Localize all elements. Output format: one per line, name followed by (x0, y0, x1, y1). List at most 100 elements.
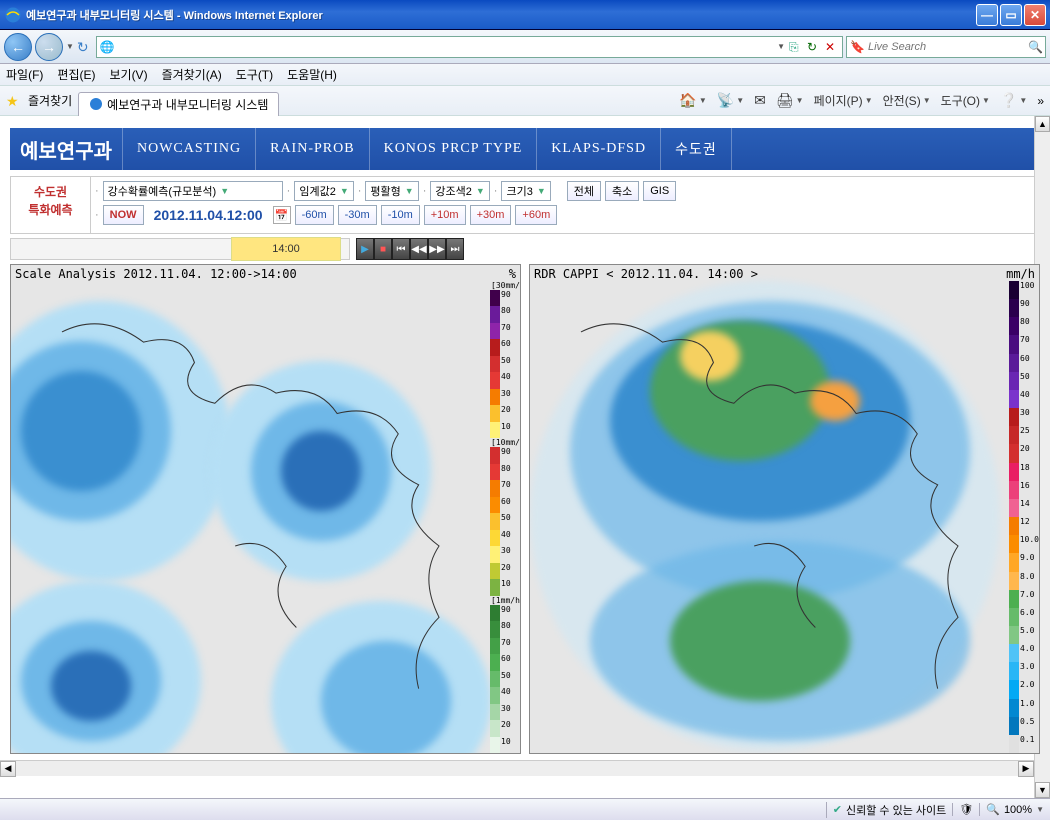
browser-tab[interactable]: 예보연구과 내부모니터링 시스템 (78, 92, 279, 116)
search-engine-icon: 🔖 (850, 40, 864, 54)
nav-nowcasting[interactable]: NOWCASTING (123, 128, 256, 170)
scroll-down-button[interactable]: ▼ (1035, 782, 1050, 798)
help-button[interactable]: ❔▼ (1000, 92, 1027, 109)
menu-view[interactable]: 보기(V) (109, 66, 147, 83)
overflow-icon[interactable]: » (1037, 94, 1044, 108)
mail-icon: ✉ (754, 92, 766, 109)
ie-icon (4, 6, 22, 24)
plus10-button[interactable]: +10m (424, 205, 466, 225)
menu-edit[interactable]: 편집(E) (57, 66, 95, 83)
refresh-icon[interactable]: ↻ (807, 40, 821, 54)
scroll-left-button[interactable]: ◀ (0, 761, 16, 777)
search-box[interactable]: 🔖 🔍 (846, 36, 1046, 58)
close-button[interactable]: ✕ (1024, 4, 1046, 26)
timeline[interactable]: 14:00 (10, 238, 350, 260)
nav-klaps[interactable]: KLAPS-DFSD (537, 128, 661, 170)
refresh-small-icon[interactable]: ↻ (77, 39, 93, 55)
all-button[interactable]: 전체 (567, 181, 601, 201)
trusted-label: 신뢰할 수 있는 사이트 (846, 802, 946, 818)
color-select[interactable]: 강조색2▼ (430, 181, 489, 201)
compat-icon[interactable]: ⎘ (789, 40, 803, 54)
menu-tools[interactable]: 도구(T) (236, 66, 273, 83)
minimize-button[interactable]: — (976, 4, 998, 26)
map-right[interactable]: RDR CAPPI < 2012.11.04. 14:00 > mm/h 100… (529, 264, 1040, 754)
control-left-line1: 수도권 (17, 183, 84, 201)
stop-icon[interactable]: ✕ (825, 40, 839, 54)
scroll-right-button[interactable]: ▶ (1018, 761, 1034, 777)
zoom-icon: 🔍 (986, 803, 1000, 816)
maximize-button[interactable]: ▭ (1000, 4, 1022, 26)
control-left-label: 수도권 특화예측 (11, 177, 91, 233)
product-select[interactable]: 강수확률예측(규모분석)▼ (103, 181, 283, 201)
address-bar[interactable]: 🌐 ▼ ⎘ ↻ ✕ (96, 36, 843, 58)
play-button[interactable]: ▶ (356, 238, 374, 260)
tab-ie-icon (89, 97, 103, 111)
player-row: 14:00 ▶ ■ ⏮ ◀◀ ▶▶ ⏭ (10, 238, 1040, 260)
nav-rain-prob[interactable]: RAIN-PROB (256, 128, 369, 170)
prev-button[interactable]: ◀◀ (410, 238, 428, 260)
trusted-zone[interactable]: ✔ 신뢰할 수 있는 사이트 (826, 802, 946, 818)
size-select[interactable]: 크기3▼ (501, 181, 550, 201)
mail-button[interactable]: ✉ (754, 92, 766, 109)
home-icon: 🏠 (679, 92, 696, 109)
checkmark-icon: ✔ (833, 803, 842, 816)
search-input[interactable] (868, 41, 1024, 53)
favorites-star-icon[interactable]: ★ (6, 93, 22, 109)
gis-button[interactable]: GIS (643, 181, 676, 201)
tab-title: 예보연구과 내부모니터링 시스템 (107, 96, 268, 113)
zoom-control[interactable]: 🔍 100% ▼ (979, 803, 1044, 816)
stop-button[interactable]: ■ (374, 238, 392, 260)
timeline-marker[interactable]: 14:00 (231, 237, 341, 261)
maps-container: Scale Analysis 2012.11.04. 12:00->14:00 … (10, 264, 1040, 754)
menu-help[interactable]: 도움말(H) (287, 66, 337, 83)
datetime-display: 2012.11.04.12:00 (148, 207, 269, 223)
page-content: ▲ ▼ 예보연구과 NOWCASTING RAIN-PROB KONOS PRC… (0, 116, 1050, 798)
home-button[interactable]: 🏠▼ (679, 92, 706, 109)
forward-button[interactable]: → (35, 33, 63, 61)
feeds-button[interactable]: 📡▼ (717, 92, 744, 109)
threshold-select[interactable]: 임계값2▼ (294, 181, 353, 201)
control-panel: 수도권 특화예측 · 강수확률예측(규모분석)▼ · 임계값2▼ · 평활형▼ … (10, 176, 1040, 234)
first-button[interactable]: ⏮ (392, 238, 410, 260)
map-left[interactable]: Scale Analysis 2012.11.04. 12:00->14:00 … (10, 264, 521, 754)
site-name[interactable]: 예보연구과 (10, 128, 123, 170)
last-button[interactable]: ⏭ (446, 238, 464, 260)
back-button[interactable]: ← (4, 33, 32, 61)
search-icon[interactable]: 🔍 (1028, 40, 1042, 54)
control-left-line2: 특화예측 (17, 201, 84, 219)
plus30-button[interactable]: +30m (470, 205, 512, 225)
window-title: 예보연구과 내부모니터링 시스템 - Windows Internet Expl… (26, 7, 976, 23)
safety-menu[interactable]: 안전(S)▼ (883, 92, 931, 109)
nav-konos[interactable]: KONOS PRCP TYPE (370, 128, 538, 170)
tools-menu[interactable]: 도구(O)▼ (941, 92, 990, 109)
address-input[interactable] (118, 41, 773, 53)
map-right-title: RDR CAPPI < 2012.11.04. 14:00 > (534, 267, 758, 281)
map-left-title: Scale Analysis 2012.11.04. 12:00->14:00 (15, 267, 297, 281)
print-button[interactable]: 🖨▼ (776, 92, 804, 109)
address-dropdown[interactable]: ▼ (777, 42, 785, 51)
minus60-button[interactable]: -60m (295, 205, 334, 225)
next-button[interactable]: ▶▶ (428, 238, 446, 260)
map-left-unit: % (509, 267, 516, 281)
menu-file[interactable]: 파일(F) (6, 66, 43, 83)
minus10-button[interactable]: -10m (381, 205, 420, 225)
site-banner: 예보연구과 NOWCASTING RAIN-PROB KONOS PRCP TY… (10, 128, 1040, 170)
page-menu[interactable]: 페이지(P)▼ (814, 92, 873, 109)
history-dropdown[interactable]: ▼ (66, 42, 74, 51)
smooth-select[interactable]: 평활형▼ (365, 181, 418, 201)
print-icon: 🖨 (776, 92, 794, 109)
favorites-label[interactable]: 즐겨찾기 (28, 92, 72, 109)
map-left-body (11, 281, 490, 753)
menu-favorites[interactable]: 즐겨찾기(A) (162, 66, 222, 83)
nav-sudogwon[interactable]: 수도권 (661, 128, 732, 170)
horizontal-scrollbar[interactable]: ◀ ▶ (0, 760, 1034, 776)
now-button[interactable]: NOW (103, 205, 144, 225)
map-right-legend: 1009080706050403025201816141210.09.08.07… (1009, 281, 1039, 753)
scroll-up-button[interactable]: ▲ (1035, 116, 1050, 132)
map-left-legend: [30mm/h]908070605040302010[10mm/h]908070… (490, 281, 520, 753)
protected-mode[interactable]: 🛡 (952, 803, 973, 816)
minus30-button[interactable]: -30m (338, 205, 377, 225)
calendar-icon[interactable]: 📅 (273, 206, 291, 224)
plus60-button[interactable]: +60m (515, 205, 557, 225)
small-button[interactable]: 축소 (605, 181, 639, 201)
